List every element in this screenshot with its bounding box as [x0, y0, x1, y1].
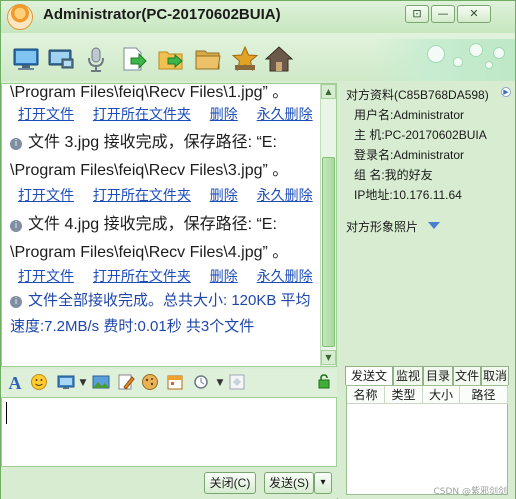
send-folder-icon[interactable]: [156, 44, 186, 74]
star-icon[interactable]: [230, 44, 260, 74]
open-folder-link[interactable]: 打开所在文件夹: [93, 106, 191, 122]
tab-send-file[interactable]: 发送文件: [345, 366, 393, 401]
scroll-up-arrow[interactable]: ▲: [321, 84, 336, 99]
lock-icon[interactable]: [314, 373, 334, 393]
send-options-dropdown[interactable]: ▾: [314, 472, 332, 494]
contact-username: 用户名:Administrator: [354, 108, 465, 122]
scroll-down-arrow[interactable]: ▼: [321, 350, 336, 365]
font-icon[interactable]: A: [5, 373, 25, 393]
tab-file[interactable]: 文件: [453, 366, 481, 385]
close-window-button[interactable]: ✕: [457, 5, 491, 23]
file-action-links: 打开文件 打开所在文件夹 删除 永久删除: [18, 266, 319, 286]
open-folder-link[interactable]: 打开所在文件夹: [93, 268, 191, 284]
shake-icon[interactable]: [191, 373, 211, 393]
title-bar[interactable]: Administrator(PC-20170602BUIA) ⊡ — ✕: [1, 1, 515, 33]
file-action-links: 打开文件 打开所在文件夹 删除 永久删除: [18, 104, 319, 124]
calendar-icon[interactable]: [165, 373, 185, 393]
home-icon[interactable]: [264, 44, 294, 74]
text-caret: [6, 402, 7, 424]
chat-content: \Program Files\feiq\Recv Files\1.jpg” 。 …: [6, 84, 319, 366]
open-folder-link[interactable]: 打开所在文件夹: [93, 187, 191, 203]
window-title: Administrator(PC-20170602BUIA): [43, 6, 281, 23]
column-path[interactable]: 路径: [460, 386, 508, 404]
message-line: i 文件 4.jpg 接收完成，保存路径: “E:: [10, 210, 277, 234]
user-avatar-icon: [7, 4, 33, 30]
message-path: \Program Files\feiq\Recv Files\3.jpg” 。: [10, 162, 289, 179]
toolbar-decoration: [373, 39, 515, 81]
info-icon: i: [10, 220, 22, 232]
message-text: 文件 3.jpg 接收完成，保存路径: “E:: [28, 134, 277, 151]
image-icon[interactable]: [91, 373, 111, 393]
microphone-icon[interactable]: [81, 44, 111, 74]
message-text: 文件 4.jpg 接收完成，保存路径: “E:: [28, 216, 277, 233]
contact-ip: IP地址:10.176.11.64: [354, 188, 462, 202]
message-path: \Program Files\feiq\Recv Files\1.jpg” 。: [10, 84, 289, 101]
contact-group: 组 名:我的好友: [354, 168, 433, 182]
minimize-button[interactable]: —: [431, 5, 455, 23]
history-icon[interactable]: [227, 373, 247, 393]
cookie-icon[interactable]: [140, 373, 160, 393]
info-icon: i: [10, 138, 22, 150]
column-type[interactable]: 类型: [385, 386, 423, 404]
contact-photo-label[interactable]: 对方形象照片: [346, 218, 418, 235]
tab-monitor[interactable]: 监视: [393, 366, 423, 385]
folder-icon[interactable]: [193, 44, 223, 74]
restore-button[interactable]: ⊡: [405, 5, 429, 23]
tab-cancel[interactable]: 取消: [481, 366, 509, 385]
permanent-delete-link[interactable]: 永久删除: [257, 106, 313, 122]
send-button[interactable]: 发送(S): [264, 472, 314, 494]
watermark: CSDN @紫邪剑剑: [433, 487, 507, 497]
file-list-table[interactable]: 名称 类型 大小 路径: [346, 385, 508, 495]
input-toolbar: A ▼ ▼: [1, 369, 337, 397]
message-line: i 文件 3.jpg 接收完成，保存路径: “E:: [10, 128, 277, 152]
handwriting-icon[interactable]: [116, 373, 136, 393]
chat-scrollbar[interactable]: ▲ ▼: [320, 84, 336, 366]
delete-link[interactable]: 删除: [210, 187, 238, 203]
file-action-links: 打开文件 打开所在文件夹 删除 永久删除: [18, 185, 319, 205]
send-file-icon[interactable]: [119, 44, 149, 74]
message-input[interactable]: [1, 397, 337, 467]
main-toolbar: [1, 33, 515, 81]
scroll-thumb[interactable]: [322, 157, 335, 347]
close-button[interactable]: 关闭(C): [204, 472, 256, 494]
photo-dropdown-icon[interactable]: [428, 222, 440, 229]
remote-desktop-icon[interactable]: [46, 44, 76, 74]
contact-host: 主 机:PC-20170602BUIA: [354, 128, 487, 142]
chat-history[interactable]: \Program Files\feiq\Recv Files\1.jpg” 。 …: [1, 83, 337, 367]
main-window: Administrator(PC-20170602BUIA) ⊡ — ✕ \Pr…: [0, 0, 516, 499]
monitor-icon[interactable]: [11, 44, 41, 74]
chevron-down-icon[interactable]: ▼: [73, 373, 93, 393]
emoji-icon[interactable]: [29, 373, 49, 393]
open-file-link[interactable]: 打开文件: [18, 268, 74, 284]
message-path: \Program Files\feiq\Recv Files\4.jpg” 。: [10, 244, 289, 261]
permanent-delete-link[interactable]: 永久删除: [257, 187, 313, 203]
tab-directory[interactable]: 目录: [423, 366, 453, 385]
open-file-link[interactable]: 打开文件: [18, 187, 74, 203]
expand-arrow-icon[interactable]: ▶: [501, 87, 511, 97]
contact-info-panel: 对方资料(C85B768DA598) ▶ 用户名:Administrator 主…: [338, 83, 515, 499]
summary-text: 文件全部接收完成。总共大小: 120KB 平均速度:7.2MB/s 费时:0.0…: [10, 292, 311, 335]
contact-info-header: 对方资料(C85B768DA598): [346, 88, 489, 102]
action-bar: 关闭(C) 发送(S) ▾: [1, 467, 337, 499]
transfer-summary: i 文件全部接收完成。总共大小: 120KB 平均速度:7.2MB/s 费时:0.…: [10, 288, 319, 340]
column-name[interactable]: 名称: [347, 386, 385, 404]
open-file-link[interactable]: 打开文件: [18, 106, 74, 122]
delete-link[interactable]: 删除: [210, 106, 238, 122]
info-icon: i: [10, 296, 22, 308]
delete-link[interactable]: 删除: [210, 268, 238, 284]
permanent-delete-link[interactable]: 永久删除: [257, 268, 313, 284]
column-size[interactable]: 大小: [423, 386, 460, 404]
contact-login: 登录名:Administrator: [354, 148, 465, 162]
